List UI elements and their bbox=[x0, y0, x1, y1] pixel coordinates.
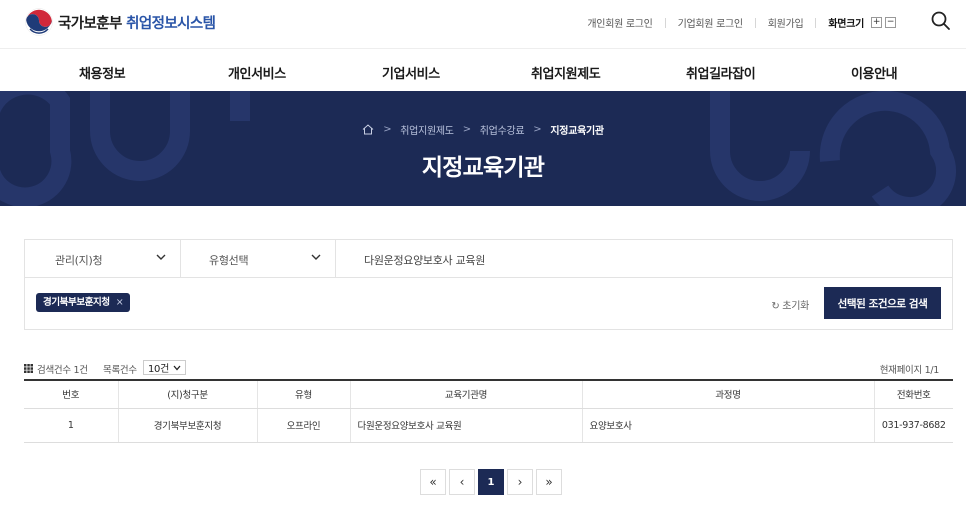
top-bar: 국가보훈부 취업정보시스템 개인회원 로그인 기업회원 로그인 회원가입 화면크… bbox=[0, 0, 966, 48]
cell-course: 요양보호사 bbox=[582, 408, 875, 443]
cell-type: 오프라인 bbox=[257, 408, 351, 443]
page-info: 현재페이지 1/1 bbox=[879, 365, 940, 376]
table-row[interactable]: 1 경기북부보훈지청 오프라인 다원운정요양보호사 교육원 요양보호사 031-… bbox=[24, 408, 953, 443]
grid-icon bbox=[24, 364, 33, 373]
nav-usage-guide[interactable]: 이용안내 bbox=[851, 63, 898, 82]
main-navigation: 채용정보 개인서비스 기업서비스 취업지원제도 취업길라잡이 이용안내 bbox=[0, 48, 966, 91]
cell-number: 1 bbox=[24, 408, 119, 443]
breadcrumb-item[interactable]: 취업지원제도 bbox=[400, 122, 454, 137]
breadcrumb-item[interactable]: 취업수강료 bbox=[480, 122, 525, 137]
perpage-select[interactable]: 10건 bbox=[143, 360, 187, 375]
first-page-button[interactable]: « bbox=[420, 469, 446, 495]
refresh-icon: ↻ bbox=[771, 301, 780, 312]
chevron-down-icon bbox=[156, 254, 166, 260]
page-number-current[interactable]: 1 bbox=[478, 469, 504, 495]
page-title: 지정교육기관 bbox=[421, 155, 545, 181]
next-page-button[interactable]: › bbox=[507, 469, 533, 495]
search-row: 관리(지)청 유형선택 다원운정요양보호사 교육원 bbox=[25, 240, 952, 278]
home-icon[interactable] bbox=[362, 124, 374, 135]
breadcrumb-current: 지정교육기관 bbox=[550, 126, 604, 137]
last-page-button[interactable]: » bbox=[536, 469, 562, 495]
office-select[interactable]: 관리(지)청 bbox=[25, 240, 180, 277]
font-decrease-button[interactable]: − bbox=[885, 17, 896, 28]
column-header: 유형 bbox=[257, 380, 351, 409]
result-meta: 검색건수 1건 목록건수 10건 현재페이지 1/1 bbox=[24, 360, 940, 376]
column-header: 교육기관명 bbox=[350, 380, 583, 409]
breadcrumb-separator: > bbox=[462, 124, 471, 135]
perpage-label: 목록건수 bbox=[103, 365, 137, 376]
cell-phone: 031-937-8682 bbox=[874, 408, 953, 443]
divider bbox=[815, 17, 817, 28]
cell-office: 경기북부보훈지청 bbox=[118, 408, 258, 443]
nav-company-service[interactable]: 기업서비스 bbox=[382, 63, 440, 82]
font-size-label: 화면크기 bbox=[828, 19, 864, 30]
chip-remove-icon[interactable]: × bbox=[116, 293, 124, 312]
breadcrumb-separator: > bbox=[533, 124, 542, 135]
utility-menu: 개인회원 로그인 기업회원 로그인 회원가입 화면크기 + − bbox=[587, 15, 896, 30]
divider bbox=[754, 17, 756, 28]
nav-support-system[interactable]: 취업지원제도 bbox=[531, 63, 601, 82]
chevron-down-icon bbox=[311, 254, 321, 260]
filter-chip-label: 경기북부보훈지청 bbox=[43, 297, 110, 308]
pagination: « ‹ 1 › » bbox=[420, 469, 565, 495]
reset-label: 초기화 bbox=[782, 301, 809, 312]
result-count: 검색건수 1건 bbox=[37, 365, 88, 376]
result-table: 번호 (지)청구분 유형 교육기관명 과정명 전화번호 1 경기북부보훈지청 오… bbox=[24, 379, 953, 443]
nav-job-guide[interactable]: 취업길라잡이 bbox=[686, 63, 756, 82]
column-header: (지)청구분 bbox=[118, 380, 258, 409]
prev-page-button[interactable]: ‹ bbox=[449, 469, 475, 495]
keyword-input[interactable]: 다원운정요양보호사 교육원 bbox=[364, 252, 485, 268]
type-select-value: 유형선택 bbox=[209, 254, 249, 267]
nav-job-info[interactable]: 채용정보 bbox=[79, 63, 126, 82]
page-banner: > 취업지원제도 > 취업수강료 > 지정교육기관 지정교육기관 bbox=[0, 91, 966, 206]
reset-button[interactable]: ↻ 초기화 bbox=[771, 297, 809, 312]
office-select-value: 관리(지)청 bbox=[55, 254, 103, 267]
taegeuk-emblem-icon bbox=[25, 8, 53, 36]
signup-link[interactable]: 회원가입 bbox=[768, 15, 804, 30]
personal-login-link[interactable]: 개인회원 로그인 bbox=[587, 15, 652, 30]
breadcrumb: > 취업지원제도 > 취업수강료 > 지정교육기관 bbox=[0, 122, 966, 137]
logo-text: 국가보훈부 취업정보시스템 bbox=[58, 15, 216, 32]
chevron-down-icon bbox=[173, 365, 181, 370]
type-select[interactable]: 유형선택 bbox=[181, 240, 335, 277]
nav-personal-service[interactable]: 개인서비스 bbox=[228, 63, 286, 82]
perpage-value: 10건 bbox=[148, 364, 170, 375]
table-header-row: 번호 (지)청구분 유형 교육기관명 과정명 전화번호 bbox=[24, 380, 953, 409]
column-header: 전화번호 bbox=[874, 380, 953, 409]
search-submit-button[interactable]: 선택된 조건으로 검색 bbox=[824, 287, 941, 319]
search-panel: 관리(지)청 유형선택 다원운정요양보호사 교육원 경기북부보훈지청 × ↻ 초… bbox=[24, 239, 953, 330]
column-header: 과정명 bbox=[582, 380, 875, 409]
site-logo[interactable]: 국가보훈부 취업정보시스템 bbox=[24, 7, 216, 37]
cell-institution[interactable]: 다원운정요양보호사 교육원 bbox=[350, 408, 583, 443]
divider bbox=[335, 240, 336, 277]
filter-chip[interactable]: 경기북부보훈지청 × bbox=[36, 293, 131, 312]
font-increase-button[interactable]: + bbox=[871, 17, 882, 28]
company-login-link[interactable]: 기업회원 로그인 bbox=[678, 15, 743, 30]
divider bbox=[664, 17, 666, 28]
column-header: 번호 bbox=[24, 380, 119, 409]
search-icon[interactable] bbox=[930, 10, 952, 32]
breadcrumb-separator: > bbox=[383, 124, 392, 135]
